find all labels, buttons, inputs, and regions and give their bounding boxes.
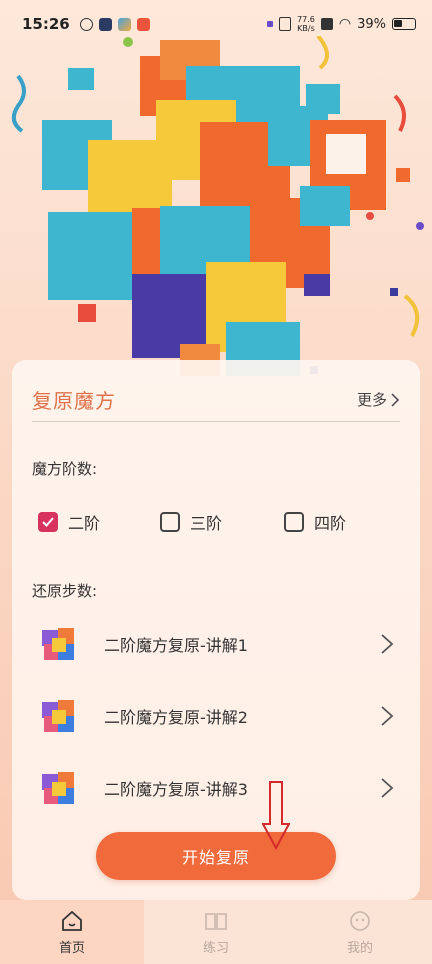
wifi-icon: ◠ [338,16,352,32]
confetti-square [78,304,96,322]
profile-icon [350,910,370,931]
list-item-label: 二阶魔方复原-讲解1 [104,636,248,655]
app-badge-icon [136,17,150,31]
confetti-dot [416,222,424,230]
cube-thumbnail-icon [42,628,74,660]
nav-label: 我的 [346,940,373,956]
network-speed: 77.6 KB/s [297,15,315,33]
card-header: 复原魔方 更多 [32,378,400,422]
rubiks-cube-illustration [11,36,424,376]
option-label: 四阶 [314,514,347,533]
card-title: 复原魔方 [32,389,116,413]
bottom-navigation: 首页 练习 我的 [0,900,432,964]
confetti-ribbon [403,294,420,337]
confetti-dot [123,37,133,47]
checkbox-unchecked-icon [284,512,304,532]
confetti-square [396,168,410,182]
chevron-right-icon [381,706,394,726]
confetti-ribbon [316,36,329,70]
chevron-right-icon [381,778,394,798]
vibrate-icon [279,17,292,31]
game-notification-icon [117,17,131,31]
option-4x4[interactable]: 四阶 [284,510,346,534]
battery-percent: 39% [357,16,386,32]
battery-icon [392,18,416,30]
list-item-label: 二阶魔方复原-讲解3 [104,780,248,799]
list-item[interactable]: 二阶魔方复原-讲解2 [38,692,394,740]
status-right: 77.6 KB/s ◠ 39% [267,15,416,33]
nav-profile[interactable]: 我的 [288,900,432,964]
confetti-square [390,288,398,296]
restore-steps-label: 还原步数: [32,582,98,600]
confetti-ribbon [393,94,406,132]
more-link[interactable]: 更多 [357,389,400,410]
home-icon [62,910,82,931]
option-label: 三阶 [190,514,223,533]
network-speed-unit: KB/s [297,24,315,33]
cube-thumbnail-icon [42,700,74,732]
list-item-label: 二阶魔方复原-讲解2 [104,708,248,727]
cube-order-label: 魔方阶数: [32,460,98,478]
confetti-dot [366,212,374,220]
small-dot-icon [267,21,274,27]
option-2x2[interactable]: 二阶 [38,510,160,534]
checkbox-unchecked-icon [160,512,180,532]
nav-home[interactable]: 首页 [0,900,144,964]
confetti-square [68,68,94,90]
network-speed-value: 77.6 [297,15,315,24]
chevron-right-icon [391,392,400,407]
status-time: 15:26 [22,15,70,33]
cube-order-options: 二阶 三阶 四阶 [38,510,346,534]
status-left: 15:26 [22,15,150,33]
cube-thumbnail-icon [42,772,74,804]
app-notification-icon [79,17,93,31]
list-item[interactable]: 二阶魔方复原-讲解3 [38,764,394,812]
play-notification-icon [98,17,112,31]
restore-cube-card: 复原魔方 更多 魔方阶数: 二阶 三阶 四阶 还原步数: 二阶魔方复原-讲解1 … [12,360,420,900]
book-icon [205,912,227,930]
nav-label: 首页 [58,940,85,956]
chevron-right-icon [381,634,394,654]
close-notification-icon [320,18,333,30]
down-arrow-annotation-icon [262,781,290,850]
more-link-label: 更多 [356,391,387,409]
nav-practice[interactable]: 练习 [144,900,288,964]
checkbox-checked-icon [38,512,58,532]
start-restore-button[interactable]: 开始复原 [96,832,336,880]
list-item[interactable]: 二阶魔方复原-讲解1 [38,620,394,668]
option-3x3[interactable]: 三阶 [160,510,284,534]
option-label: 二阶 [68,514,101,533]
nav-label: 练习 [202,940,229,956]
confetti-ribbon [11,74,26,133]
